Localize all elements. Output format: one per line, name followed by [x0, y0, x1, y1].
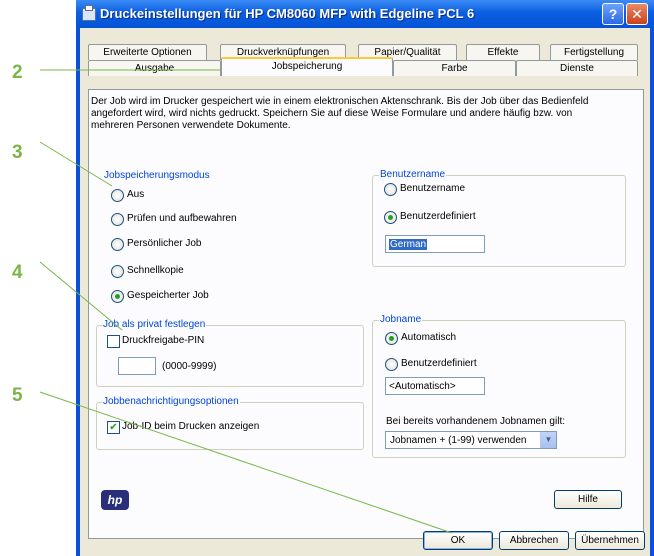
radio-schnellkopie[interactable]	[111, 265, 124, 278]
radio-benutzername[interactable]	[384, 183, 397, 196]
help-button[interactable]: Hilfe	[554, 490, 622, 509]
job-name-input[interactable]: <Automatisch>	[385, 377, 485, 395]
cancel-button[interactable]: Abbrechen	[499, 531, 569, 550]
tab-panel	[88, 89, 644, 539]
existing-job-name-label: Bei bereits vorhandenem Jobnamen gilt:	[386, 416, 565, 427]
tab-erweiterte-optionen[interactable]: Erweiterte Optionen	[88, 44, 207, 60]
radio-benutzername-label: Benutzername	[400, 183, 466, 194]
radio-aus-label: Aus	[127, 189, 145, 200]
radio-gespeicherter-job[interactable]	[111, 290, 124, 303]
apply-button[interactable]: Übernehmen	[575, 531, 645, 550]
tab-ausgabe[interactable]: Ausgabe	[88, 60, 221, 76]
existing-job-name-value: Jobnamen + (1-99) verwenden	[390, 435, 527, 446]
radio-aus[interactable]	[111, 189, 124, 202]
tab-fertigstellung[interactable]: Fertigstellung	[550, 44, 638, 60]
radio-pruefen-label: Prüfen und aufbewahren	[127, 213, 237, 224]
tab-jobspeicherung[interactable]: Jobspeicherung	[221, 57, 393, 76]
radio-pruefen-aufbewahren[interactable]	[111, 213, 124, 226]
job-storage-mode-label: Jobspeicherungsmodus	[103, 170, 211, 181]
ok-button[interactable]: OK	[423, 531, 493, 550]
tab-farbe[interactable]: Farbe	[393, 60, 516, 76]
radio-user-benutzerdefiniert-label: Benutzerdefiniert	[400, 211, 476, 222]
close-button[interactable]: ✕	[626, 3, 648, 25]
tab-effekte[interactable]: Effekte	[466, 44, 540, 60]
job-id-checkbox-label: Job-ID beim Drucken anzeigen	[122, 421, 260, 432]
pin-checkbox-label: Druckfreigabe-PIN	[122, 335, 205, 346]
title-bar[interactable]: Druckeinstellungen für HP CM8060 MFP wit…	[76, 0, 654, 28]
description-text: Der Job wird im Drucker gespeichert wie …	[91, 96, 589, 131]
radio-gespeicherter-label: Gespeicherter Job	[127, 290, 209, 301]
callout-2: 2	[12, 62, 23, 83]
radio-job-benutzerdefiniert[interactable]	[385, 358, 398, 371]
notification-group-label: Jobbenachrichtigungsoptionen	[102, 396, 240, 407]
callout-5: 5	[12, 385, 23, 406]
radio-persoenlicher-label: Persönlicher Job	[127, 238, 202, 249]
existing-job-name-select[interactable]: Jobnamen + (1-99) verwenden ▼	[385, 431, 557, 449]
hp-logo: hp	[101, 490, 129, 510]
pin-checkbox[interactable]	[107, 335, 120, 348]
radio-automatisch-label: Automatisch	[401, 332, 457, 343]
job-id-checkbox[interactable]: ✔	[107, 421, 120, 434]
user-name-input[interactable]: German	[385, 235, 485, 253]
user-name-group-label: Benutzername	[379, 169, 447, 180]
radio-automatisch[interactable]	[385, 332, 398, 345]
user-name-value: German	[389, 239, 428, 250]
help-title-button[interactable]: ?	[602, 3, 624, 25]
job-name-group-label: Jobname	[379, 314, 423, 325]
private-group-label: Job als privat festlegen	[102, 319, 207, 330]
radio-user-benutzerdefiniert[interactable]	[384, 211, 397, 224]
radio-persoenlicher-job[interactable]	[111, 238, 124, 251]
printer-icon	[82, 5, 96, 21]
radio-job-benutzerdefiniert-label: Benutzerdefiniert	[401, 358, 477, 369]
pin-input[interactable]	[118, 357, 156, 375]
window-title: Druckeinstellungen für HP CM8060 MFP wit…	[100, 6, 475, 21]
tab-dienste[interactable]: Dienste	[516, 60, 638, 76]
callout-3: 3	[12, 142, 23, 163]
pin-range-hint: (0000-9999)	[162, 361, 217, 372]
chevron-down-icon[interactable]: ▼	[540, 432, 556, 448]
radio-schnellkopie-label: Schnellkopie	[127, 265, 184, 276]
callout-4: 4	[12, 262, 23, 283]
